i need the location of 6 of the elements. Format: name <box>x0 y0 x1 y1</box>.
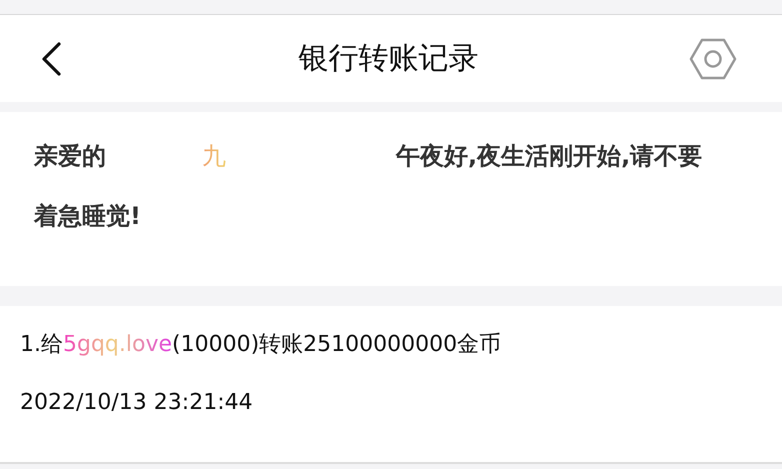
back-icon[interactable] <box>40 40 62 76</box>
transfer-time: 2022/10/13 23:21:44 <box>20 389 254 417</box>
page-title: 银行转账记录 <box>298 40 478 78</box>
transfer-record-text: 1.给5gqq.love(10000)转账25100000000金币 <box>20 331 502 359</box>
settings-icon[interactable] <box>689 38 737 80</box>
greeting-message: 亲爱的 九 午夜好,夜生活刚开始,请不要着急睡觉! <box>34 141 704 232</box>
